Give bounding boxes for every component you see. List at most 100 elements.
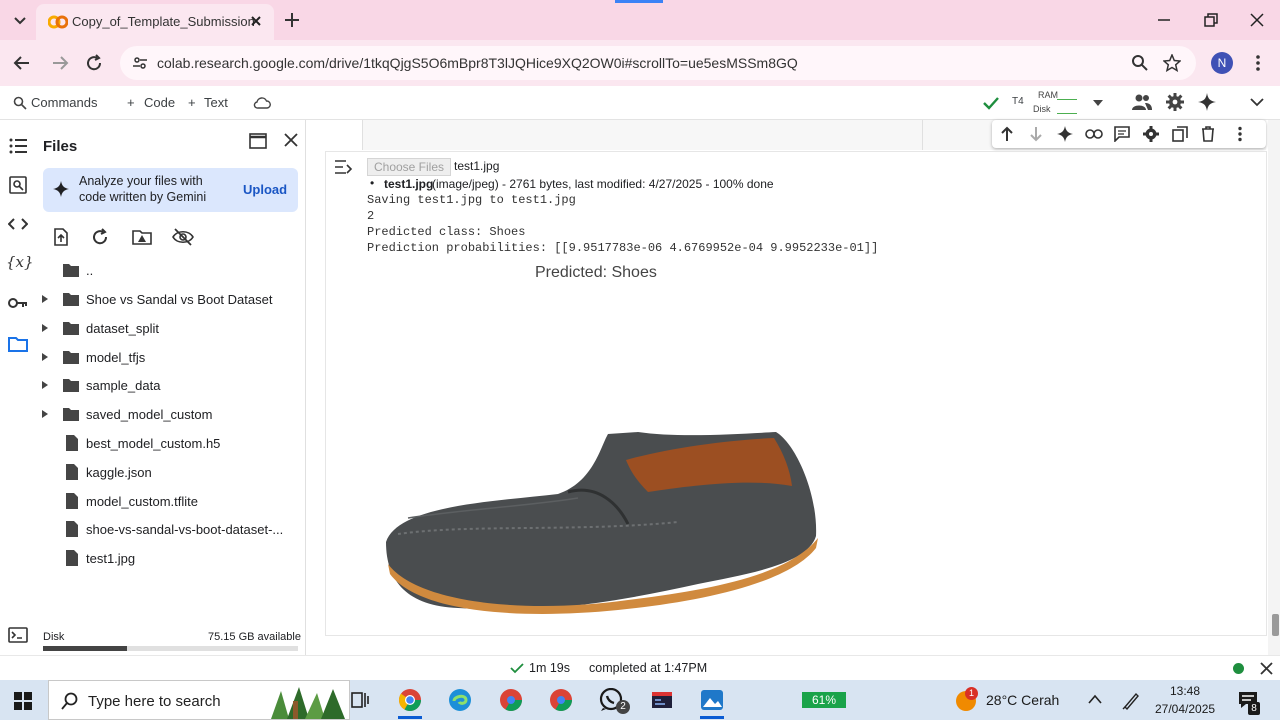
ram-meter[interactable] — [1057, 91, 1077, 100]
mirror-cell-icon[interactable] — [1172, 126, 1188, 142]
zoom-icon[interactable] — [1131, 54, 1149, 72]
files-folder-icon[interactable] — [8, 335, 28, 353]
pen-tray-icon[interactable] — [1122, 690, 1140, 710]
profile-avatar[interactable]: N — [1211, 52, 1233, 74]
photos-taskbar-icon[interactable] — [700, 688, 724, 712]
gemini-analyze-banner: Analyze your files with code written by … — [43, 168, 298, 212]
plot-title: Predicted: Shoes — [535, 264, 657, 281]
table-of-contents-icon[interactable] — [9, 138, 27, 154]
close-panel-icon[interactable] — [284, 133, 298, 147]
expand-arrow-icon[interactable] — [41, 380, 49, 390]
windows-start-icon[interactable] — [14, 692, 32, 710]
previous-code-cell[interactable] — [362, 120, 922, 150]
back-icon[interactable] — [13, 54, 31, 72]
chrome-profile-taskbar-icon[interactable] — [499, 688, 523, 712]
battery-indicator[interactable]: 61% — [802, 692, 846, 708]
cell-toolbar — [992, 120, 1266, 148]
more-options-icon[interactable] — [1236, 126, 1244, 142]
output-toggle-icon[interactable] — [334, 159, 354, 175]
bookmark-star-icon[interactable] — [1163, 54, 1181, 72]
task-view-icon[interactable] — [350, 690, 370, 710]
weather-text[interactable]: 28°C Cerah — [986, 692, 1059, 708]
tree-item-file[interactable]: test1.jpg — [34, 544, 306, 572]
gemini-sparkle-icon[interactable] — [1057, 126, 1073, 142]
settings-gear-icon[interactable] — [1166, 93, 1184, 111]
site-info-icon[interactable] — [132, 55, 148, 71]
move-up-icon[interactable] — [1000, 126, 1014, 142]
tree-item-folder[interactable]: sample_data — [34, 371, 306, 399]
address-bar[interactable]: colab.research.google.com/drive/1tkqQjgS… — [120, 46, 1196, 80]
tree-item-folder[interactable]: saved_model_custom — [34, 400, 306, 428]
clock-date[interactable]: 27/04/2025 — [1155, 702, 1215, 716]
tree-item-label: .. — [86, 263, 94, 278]
chrome-taskbar-icon[interactable] — [398, 688, 422, 712]
restore-icon[interactable] — [1203, 12, 1219, 28]
disk-meter[interactable] — [1057, 105, 1077, 114]
expand-arrow-icon[interactable] — [41, 409, 49, 419]
notebook-scrollbar[interactable] — [1268, 120, 1280, 655]
drive-cloud-icon[interactable] — [253, 95, 271, 111]
variables-icon[interactable]: {x} — [6, 253, 34, 271]
clock-time[interactable]: 13:48 — [1170, 684, 1200, 698]
upload-file-icon[interactable] — [52, 228, 70, 246]
chrome-profile2-taskbar-icon[interactable] — [549, 688, 573, 712]
search-highlight-image — [269, 681, 349, 719]
upload-link[interactable]: Upload — [243, 182, 287, 197]
move-down-icon[interactable] — [1029, 126, 1043, 142]
terminal-app-taskbar-icon[interactable] — [651, 690, 673, 710]
link-icon[interactable] — [1085, 128, 1103, 140]
window-close-icon[interactable] — [1249, 12, 1265, 28]
expand-arrow-icon[interactable] — [41, 323, 49, 333]
secrets-key-icon[interactable] — [8, 297, 28, 309]
refresh-icon[interactable] — [91, 228, 109, 246]
comment-icon[interactable] — [1114, 126, 1130, 142]
cell-settings-icon[interactable] — [1143, 126, 1159, 142]
tab-search-chevron-icon[interactable] — [10, 10, 30, 30]
add-code-button[interactable]: Code — [144, 95, 175, 110]
mount-drive-icon[interactable] — [132, 228, 152, 246]
gemini-sparkle-icon[interactable] — [1198, 93, 1216, 111]
tree-item-folder[interactable]: dataset_split — [34, 314, 306, 342]
notifications-badge: 8 — [1248, 702, 1260, 715]
runtime-type[interactable]: T4 — [1012, 96, 1024, 107]
add-text-button[interactable]: Text — [204, 95, 228, 110]
forward-icon[interactable] — [51, 54, 69, 72]
browser-tab[interactable]: Copy_of_Template_Submission — [36, 4, 274, 40]
tree-item-file[interactable]: best_model_custom.h5 — [34, 429, 306, 457]
share-people-icon[interactable] — [1131, 93, 1153, 111]
taskbar-search-box[interactable]: Type here to search — [48, 680, 350, 720]
tree-item-file[interactable]: kaggle.json — [34, 458, 306, 486]
minimize-icon[interactable] — [1156, 12, 1172, 28]
new-tab-icon[interactable] — [283, 11, 301, 29]
tray-chevron-up-icon[interactable] — [1087, 693, 1103, 705]
terminal-icon[interactable] — [8, 627, 28, 643]
delete-icon[interactable] — [1201, 126, 1215, 142]
choose-files-button[interactable]: Choose Files — [367, 158, 451, 176]
scrollbar-thumb[interactable] — [1272, 614, 1279, 636]
tree-item-file[interactable]: shoe-vs-sandal-vs-boot-dataset-... — [34, 515, 306, 543]
find-replace-icon[interactable] — [9, 176, 27, 194]
file-icon — [65, 463, 79, 481]
collapse-header-icon[interactable] — [1250, 96, 1264, 108]
open-in-tab-icon[interactable] — [249, 133, 267, 149]
tree-item-label: shoe-vs-sandal-vs-boot-dataset-... — [86, 522, 284, 537]
left-rail: {x} — [0, 120, 34, 655]
hide-files-eye-icon[interactable] — [172, 227, 194, 247]
browser-menu-icon[interactable] — [1250, 54, 1266, 72]
file-icon — [65, 520, 79, 538]
expand-arrow-icon[interactable] — [41, 294, 49, 304]
tree-item-folder[interactable]: Shoe vs Sandal vs Boot Dataset — [34, 285, 306, 313]
close-status-icon[interactable] — [1260, 662, 1273, 675]
tree-item-file[interactable]: model_custom.tflite — [34, 487, 306, 515]
execution-completed-time[interactable]: completed at 1:47PM — [589, 661, 707, 675]
edge-taskbar-icon[interactable] — [448, 688, 472, 712]
tab-close-icon[interactable] — [248, 13, 264, 29]
code-snippets-icon[interactable] — [8, 217, 28, 231]
reload-icon[interactable] — [85, 54, 103, 72]
tree-item-parent[interactable]: .. — [34, 256, 306, 284]
commands-button[interactable]: Commands — [31, 95, 97, 110]
search-icon — [61, 692, 79, 710]
tree-item-folder[interactable]: model_tfjs — [34, 343, 306, 371]
runtime-dropdown-icon[interactable] — [1092, 98, 1104, 108]
expand-arrow-icon[interactable] — [41, 352, 49, 362]
